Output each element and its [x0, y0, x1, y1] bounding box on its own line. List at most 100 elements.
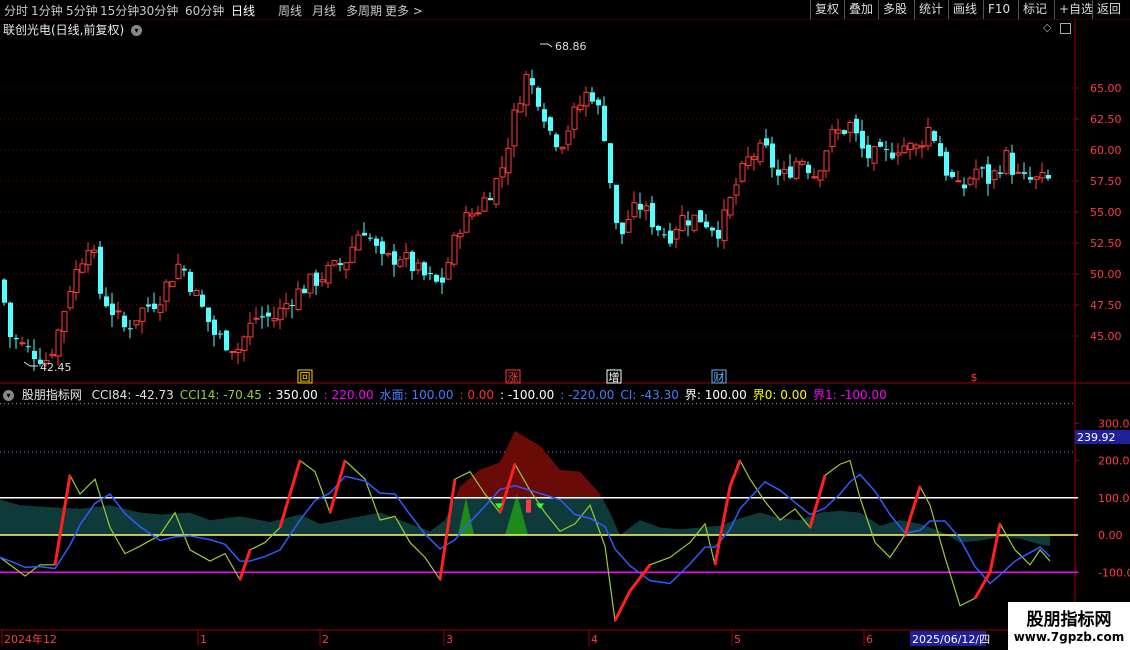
candle-body: [415, 262, 422, 271]
candle-body: [355, 234, 362, 251]
candle-body: [302, 288, 307, 294]
candle-body: [638, 203, 643, 210]
candle-body: [307, 273, 314, 294]
candle-body: [79, 263, 86, 273]
candle-body: [991, 170, 998, 181]
indicator-value-11: 界1: -100.00: [812, 388, 887, 402]
candle-body: [266, 312, 271, 317]
indicator-tick-label: 100.0: [1098, 492, 1130, 505]
candles: [2, 69, 1051, 372]
candle-body: [770, 143, 775, 168]
indicator-value-8: CI: -43.30: [620, 388, 679, 402]
price-tick-label: 60.00: [1090, 144, 1122, 157]
candle-body: [829, 129, 836, 147]
candle-body: [871, 146, 878, 164]
indicator-value-3: : 220.00: [323, 388, 374, 402]
candle-body: [73, 268, 80, 294]
candle-body: [577, 104, 584, 111]
candle-body: [146, 304, 151, 307]
candle-body: [349, 246, 356, 263]
candle-body: [362, 232, 367, 236]
candle-body: [397, 259, 404, 267]
candle-body: [139, 307, 146, 322]
candle-body: [428, 272, 433, 274]
candle-body: [517, 103, 524, 113]
price-tick-label: 57.50: [1090, 175, 1122, 188]
candle-body: [878, 141, 883, 147]
candle-body: [781, 168, 788, 174]
candle-body: [967, 177, 974, 185]
candle-body: [631, 202, 638, 218]
indicator-value-9: 界: 100.00: [684, 388, 747, 402]
candle-body: [271, 318, 278, 322]
candle-body: [721, 209, 728, 242]
chart-canvas[interactable]: 65.0062.5060.0057.5055.0052.5050.0047.50…: [0, 0, 1130, 650]
candle-body: [733, 184, 740, 196]
candle-body: [835, 129, 842, 134]
candle-body: [799, 160, 806, 165]
indicator-value-7: : -220.00: [560, 388, 615, 402]
candle-body: [716, 229, 721, 239]
candle-body: [128, 328, 133, 330]
candle-body: [98, 246, 103, 294]
indicator-name: 股朋指标网: [21, 388, 82, 402]
candle-body: [955, 180, 962, 183]
candle-body: [565, 130, 572, 145]
candle-body: [475, 212, 482, 215]
candle-body: [757, 142, 764, 163]
candle-body: [571, 106, 578, 130]
candle-body: [175, 263, 182, 279]
candle-body: [8, 302, 13, 338]
candle-body: [608, 143, 613, 184]
candle-body: [122, 315, 127, 328]
indicator-tick-label: 200.0: [1098, 455, 1130, 468]
candle-body: [932, 131, 937, 141]
watermark-url: www.7gpzb.com: [1013, 630, 1125, 644]
candle-body: [860, 130, 865, 149]
indicator-tick-label: 300.0: [1098, 417, 1130, 430]
candle-body: [115, 310, 122, 313]
candle-body: [61, 311, 68, 333]
candle-body: [811, 176, 818, 179]
candle-body: [212, 319, 217, 335]
indicator-value-10: 界0: 0.00: [752, 388, 807, 402]
candle-body: [218, 333, 223, 335]
candle-body: [602, 105, 607, 142]
candle-body: [1033, 176, 1040, 180]
candle-body: [283, 303, 290, 310]
candle-body: [614, 184, 619, 224]
candle-body: [319, 279, 326, 283]
candle-body: [392, 251, 397, 265]
candle-body: [488, 198, 493, 201]
candle-body: [499, 167, 506, 178]
candle-body: [2, 279, 7, 303]
candle-body: [247, 322, 254, 338]
candle-body: [434, 274, 439, 282]
candle-body: [182, 268, 187, 271]
price-tick-label: 45.00: [1090, 330, 1122, 343]
candle-body: [380, 241, 385, 254]
indicator-value-4: 水面: 100.00: [379, 388, 454, 402]
candle-body: [1010, 152, 1015, 175]
candle-body: [973, 168, 980, 180]
time-label-2: 2: [322, 633, 329, 646]
indicator-value-6: : -100.00: [500, 388, 555, 402]
red-block: [526, 499, 531, 513]
candle-body: [440, 277, 445, 283]
chevron-down-icon[interactable]: ▾: [3, 390, 14, 401]
candle-body: [980, 167, 985, 169]
candle-body: [14, 338, 19, 340]
indicator-value-2: : 350.00: [267, 388, 318, 402]
indicator-value-1: CCI14: -70.45: [179, 388, 262, 402]
candle-body: [890, 152, 895, 159]
candle-body: [751, 156, 758, 160]
candle-body: [842, 130, 847, 134]
candle-body: [331, 260, 338, 266]
candle-body: [866, 144, 871, 159]
candle-body: [583, 91, 590, 107]
candle-body: [596, 99, 601, 106]
candle-body: [530, 78, 535, 86]
candle-body: [739, 162, 746, 182]
candle-body: [1022, 172, 1027, 174]
candle-body: [403, 252, 410, 260]
